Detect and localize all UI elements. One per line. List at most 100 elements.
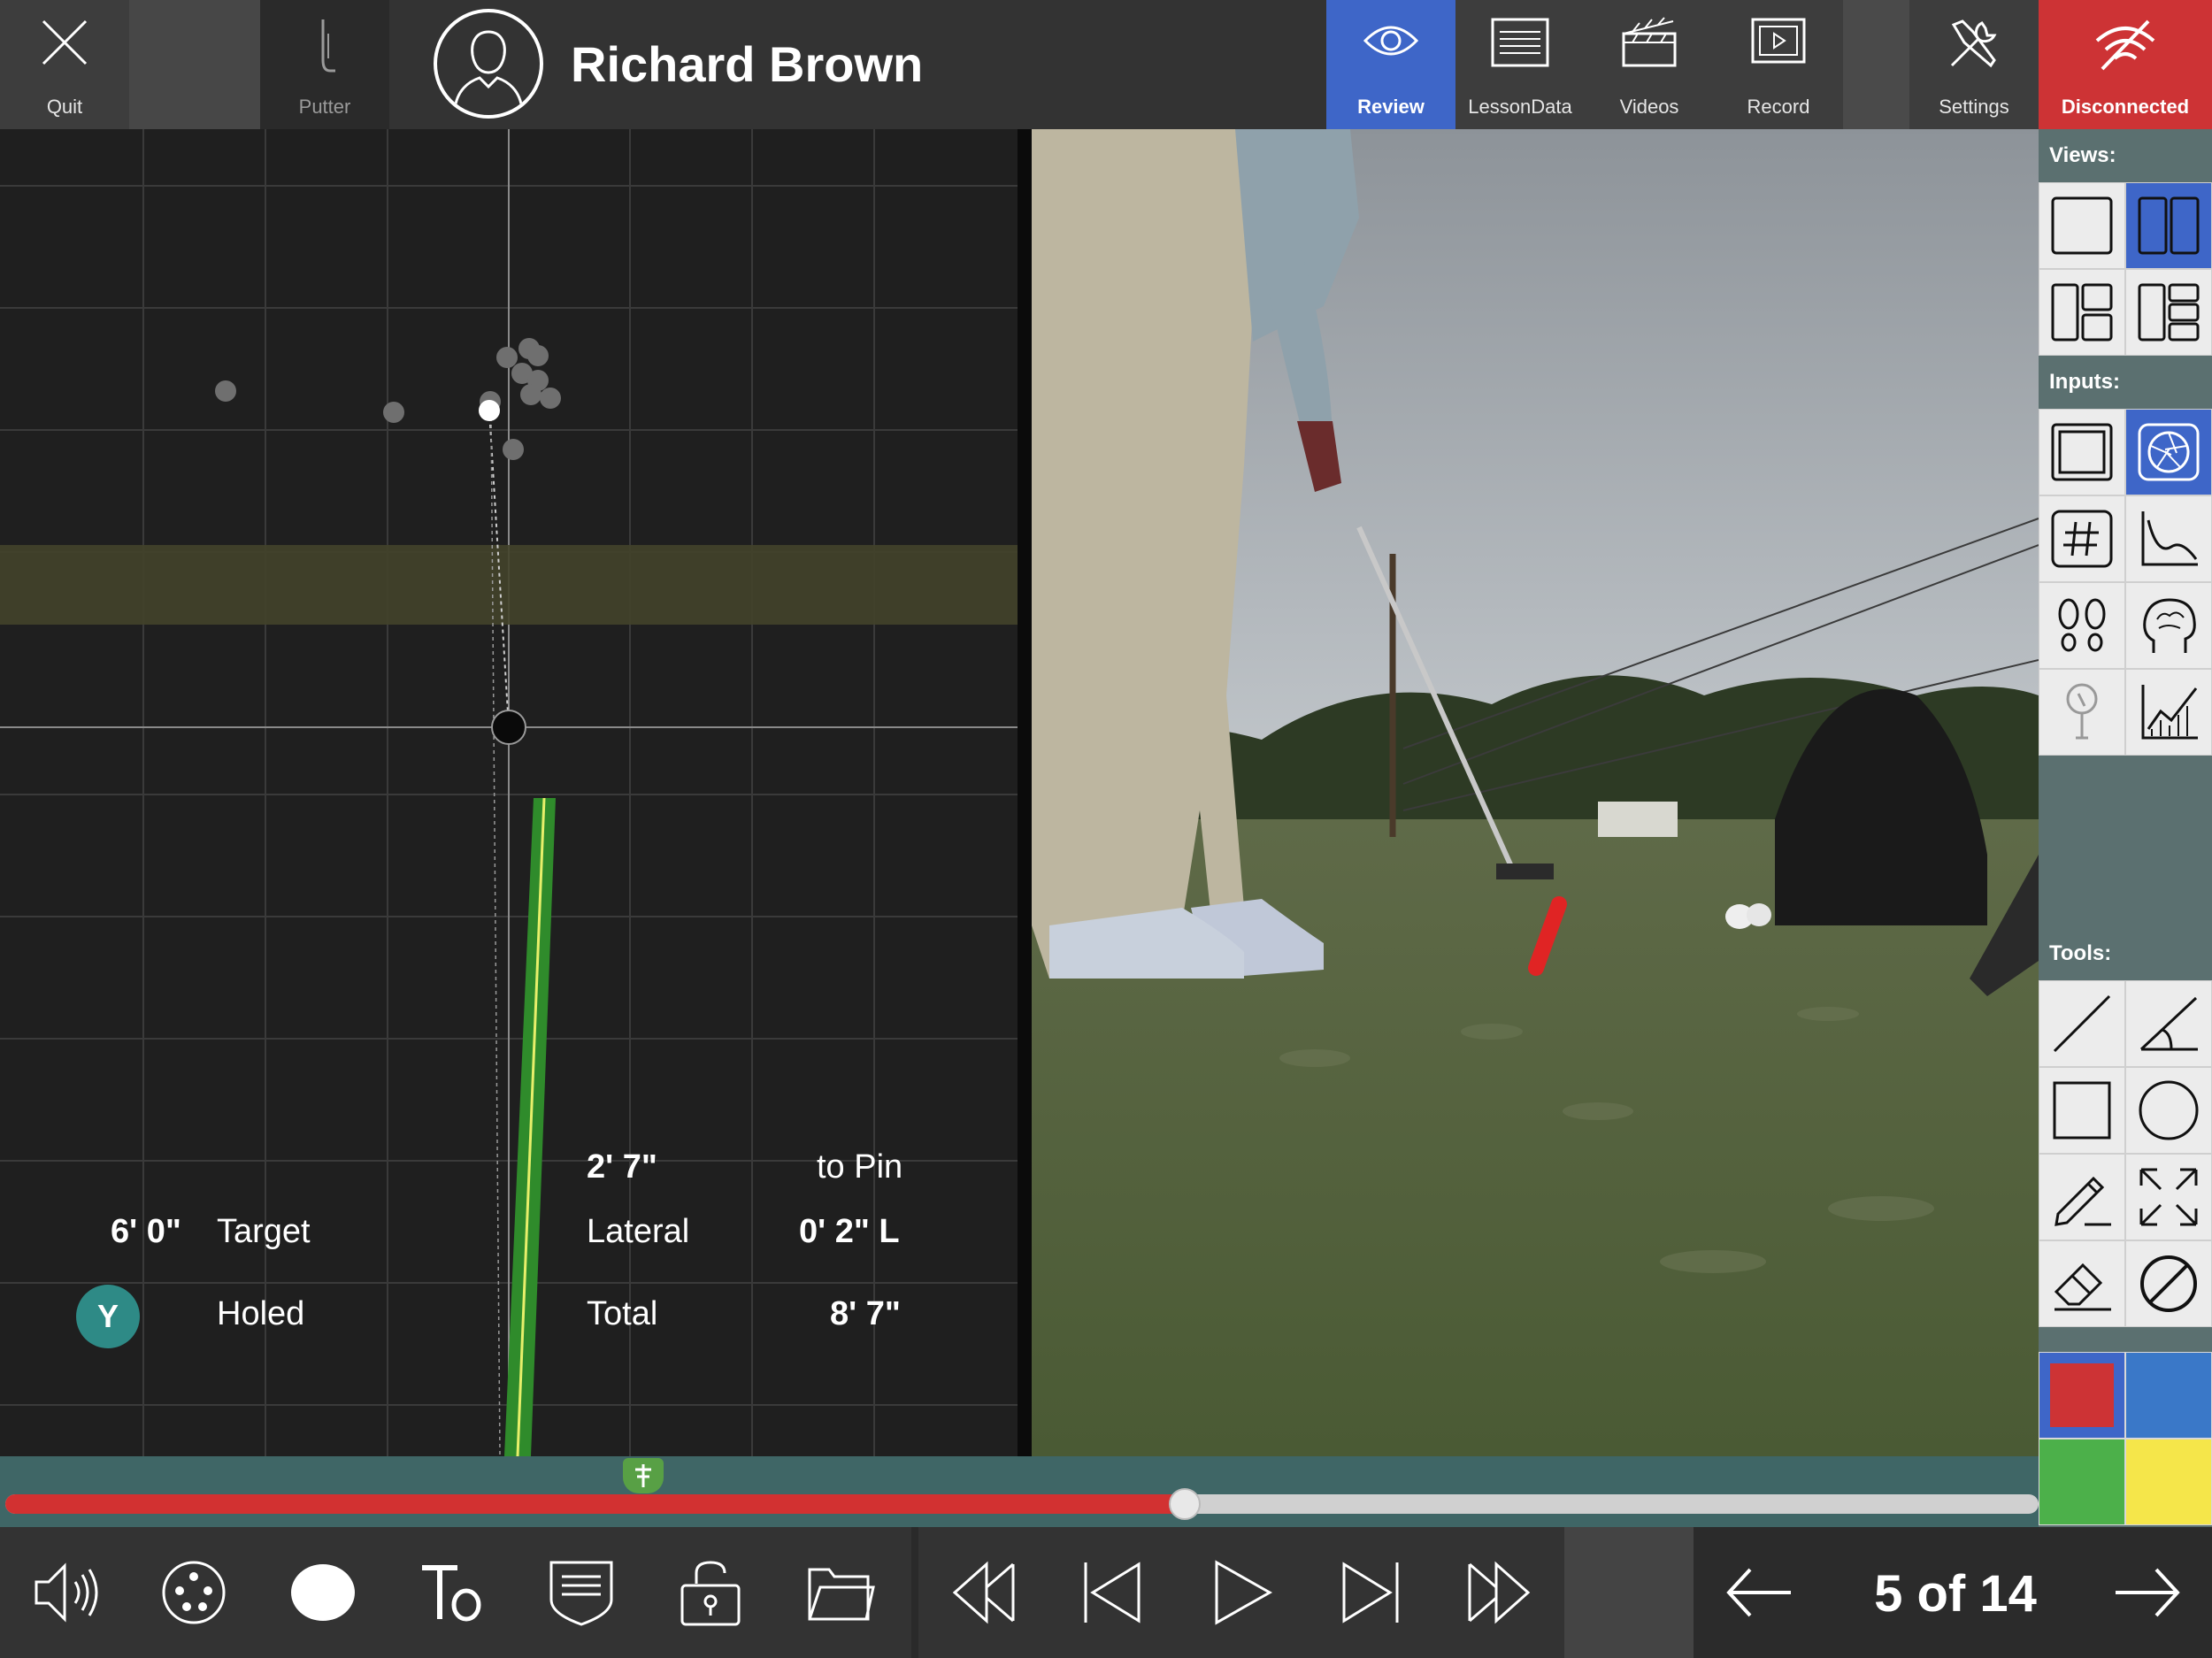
lessondata-label: LessonData [1468,96,1572,118]
notes-button[interactable] [517,1527,646,1658]
input-screen-button[interactable] [2039,409,2125,495]
previous-shot-button[interactable] [1694,1527,1824,1658]
color-green-swatch[interactable] [2039,1439,2125,1525]
open-folder-button[interactable] [775,1527,904,1658]
toolbar-separator [911,1527,918,1658]
arrow-left-icon [1726,1568,1791,1617]
review-button[interactable]: Review [1326,0,1455,129]
pencil-icon [2055,1176,2111,1226]
total-label: Total [587,1295,658,1332]
tool-line-button[interactable] [2039,980,2125,1067]
multi-view-icon [2138,283,2200,342]
record-button[interactable]: Record [1714,0,1843,129]
panel-divider[interactable] [1018,129,1032,1456]
toolbar-spacer [1843,0,1909,129]
input-curve-button[interactable] [2125,495,2212,582]
close-icon [42,19,88,65]
ball-button[interactable] [129,1527,258,1658]
badge-notes-icon [549,1561,613,1626]
screen-icon [2051,423,2113,481]
step-back-button[interactable] [918,1527,1048,1658]
videos-button[interactable]: Videos [1585,0,1714,129]
input-camera-button[interactable] [2125,409,2212,495]
input-stats-button[interactable] [2125,669,2212,756]
input-grid-button[interactable] [2039,495,2125,582]
tool-rectangle-button[interactable] [2039,1067,2125,1154]
tools-title: Tools: [2049,941,2112,965]
line-chart-icon [2141,685,2198,740]
arrow-right-icon [2116,1568,2180,1617]
volume-button[interactable] [0,1527,129,1658]
play-icon [1215,1560,1273,1625]
lessondata-button[interactable]: LessonData [1455,0,1585,129]
tool-fullscreen-button[interactable] [2125,1154,2212,1240]
list-icon [1491,18,1549,67]
folder-icon [808,1568,875,1621]
golf-ball-icon [162,1561,226,1624]
split-view-icon [2138,196,2200,255]
tool-clear-button[interactable] [2125,1240,2212,1327]
eraser-icon [2054,1263,2111,1311]
putter-button[interactable]: Putter [260,0,389,129]
play-button[interactable] [1177,1527,1306,1658]
view-multi-button[interactable] [2125,269,2212,356]
grid-view-icon [2051,283,2113,342]
hashtag-icon [2051,510,2113,568]
view-single-button[interactable] [2039,182,2125,269]
text-icon [422,1565,481,1622]
views-title: Views: [2049,143,2116,167]
input-mental-button[interactable] [2125,582,2212,669]
fast-forward-icon [1468,1561,1531,1624]
right-sidebar: Views: Inputs: Tools: [2039,129,2212,1527]
skip-start-button[interactable] [1048,1527,1177,1658]
lateral-value: 0' 2" L [799,1213,900,1250]
video-view[interactable] [1032,129,2039,1456]
text-tool-button[interactable] [388,1527,517,1658]
golf-video-frame [1032,129,2039,1456]
target-label: Target [217,1213,311,1250]
step-forward-button[interactable] [1435,1527,1564,1658]
quit-button[interactable]: Quit [0,0,129,129]
input-putter-button[interactable] [2039,669,2125,756]
putt-chart-panel[interactable]: 6' 0" Target Y Holed 2' 7" to Pin Latera… [0,129,1018,1456]
putter-label: Putter [298,96,351,118]
tool-eraser-button[interactable] [2039,1240,2125,1327]
skip-end-button[interactable] [1306,1527,1435,1658]
timeline-progress [5,1494,1185,1514]
shape-button[interactable] [258,1527,388,1658]
wifi-off-icon [2095,19,2155,71]
toolbar-spacer-bottom [1564,1527,1694,1658]
view-quad-button[interactable] [2039,269,2125,356]
next-shot-button[interactable] [2083,1527,2212,1658]
tool-circle-button[interactable] [2125,1067,2212,1154]
clapperboard-icon [1622,17,1677,67]
color-red-swatch[interactable] [2039,1352,2125,1439]
impact-marker[interactable] [623,1458,664,1493]
student-name: Richard Brown [571,36,924,92]
footprints-icon [2058,598,2106,652]
filled-circle-icon [291,1564,355,1621]
input-footwork-button[interactable] [2039,582,2125,669]
student-profile[interactable]: Richard Brown [389,0,1327,129]
view-split-button[interactable] [2125,182,2212,269]
timeline-scrubber[interactable] [1169,1488,1201,1520]
video-record-icon [1751,18,1806,64]
connection-status-button[interactable]: Disconnected [2039,0,2212,129]
tool-angle-button[interactable] [2125,980,2212,1067]
putt-grid-chart [0,129,1018,1456]
settings-button[interactable]: Settings [1909,0,2039,129]
lock-button[interactable] [646,1527,775,1658]
putter-club-icon [2066,683,2098,740]
holed-label: Holed [217,1295,305,1332]
rewind-icon [952,1561,1015,1624]
color-blue-swatch[interactable] [2125,1352,2212,1439]
tool-pencil-button[interactable] [2039,1154,2125,1240]
shot-counter: 5 of 14 [1874,1565,2037,1623]
total-value: 8' 7" [830,1295,901,1332]
line-tool-icon [2053,994,2111,1053]
wrench-screwdriver-icon [1950,19,1997,68]
camera-aperture-icon [2138,423,2200,481]
color-yellow-swatch[interactable] [2125,1439,2212,1525]
brain-head-icon [2143,598,2196,653]
rectangle-tool-icon [2053,1081,2111,1140]
